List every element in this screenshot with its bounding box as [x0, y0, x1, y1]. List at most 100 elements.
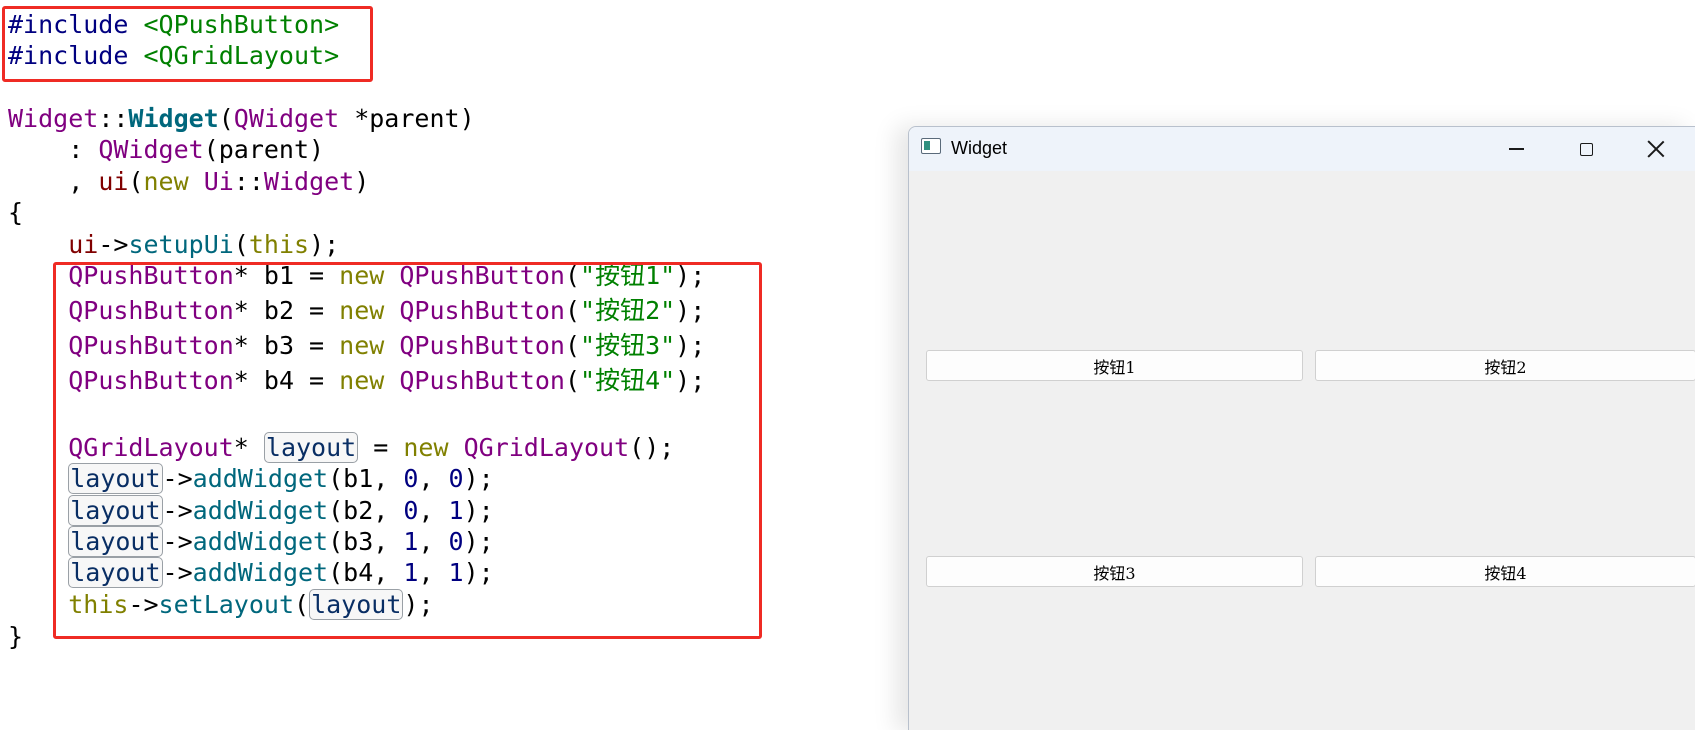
code-editor[interactable]: #include <QPushButton> #include <QGridLay…: [0, 0, 900, 730]
code-token: ->: [162, 558, 193, 587]
window-titlebar[interactable]: Widget: [909, 127, 1695, 171]
highlighted-identifier: layout: [68, 557, 163, 588]
code-line: QPushButton* b1 = new QPushButton("按钮1")…: [8, 261, 705, 291]
code-token: <QPushButton>: [143, 10, 340, 39]
code-token: ,: [418, 496, 449, 525]
code-token: this: [68, 590, 129, 619]
highlighted-identifier: layout: [68, 495, 163, 526]
code-token: new: [339, 296, 385, 325]
code-line: QPushButton* b3 = new QPushButton("按钮3")…: [8, 331, 705, 361]
code-token: new: [143, 167, 189, 196]
code-token: );: [675, 366, 706, 395]
code-token: addWidget: [192, 558, 329, 587]
code-token: "按钮2": [580, 296, 676, 325]
code-token: (: [233, 230, 249, 259]
push-button-1[interactable]: 按钮1: [926, 350, 1303, 381]
code-line: layout->addWidget(b1, 0, 0);: [8, 463, 494, 494]
code-line: }: [8, 622, 23, 652]
code-token: (: [128, 167, 144, 196]
code-token: <QGridLayout>: [143, 41, 340, 70]
qt-widget-window[interactable]: Widget 按钮1 按钮2 按钮3 按钮4: [908, 126, 1695, 730]
push-button-4[interactable]: 按钮4: [1315, 556, 1695, 587]
code-token: Widget: [128, 104, 219, 133]
code-token: 0: [448, 464, 464, 493]
code-token: );: [463, 496, 494, 525]
code-token: );: [403, 590, 434, 619]
code-token: QPushButton: [68, 331, 234, 360]
code-token: this: [248, 230, 310, 259]
code-line: QPushButton* b4 = new QPushButton("按钮4")…: [8, 366, 705, 396]
code-token: (parent): [203, 135, 325, 164]
close-icon: [1647, 140, 1665, 158]
code-token: (: [218, 104, 234, 133]
code-token: Ui: [203, 167, 234, 196]
code-token: );: [463, 558, 494, 587]
code-token: "按钮3": [580, 331, 676, 360]
code-token: ,: [8, 167, 99, 196]
code-token: QWidget: [98, 135, 204, 164]
code-token: ui: [68, 230, 99, 259]
code-token: "按钮4": [580, 366, 676, 395]
code-token: setupUi: [128, 230, 234, 259]
code-token: new: [403, 433, 449, 462]
code-token: ,: [418, 527, 449, 556]
push-button-2[interactable]: 按钮2: [1315, 350, 1695, 381]
code-token: ): [354, 167, 370, 196]
code-token: (: [564, 296, 581, 325]
code-token: * b4 =: [233, 366, 340, 395]
code-token: new: [339, 331, 385, 360]
close-button[interactable]: [1621, 127, 1691, 171]
code-token: new: [339, 366, 385, 395]
code-token: Widget: [8, 104, 99, 133]
push-button-3[interactable]: 按钮3: [926, 556, 1303, 587]
code-token: );: [675, 296, 706, 325]
code-token: );: [463, 527, 494, 556]
code-token: ();: [629, 433, 675, 462]
code-token: QPushButton: [68, 261, 234, 290]
code-token: setLayout: [158, 590, 295, 619]
code-token: QGridLayout: [68, 433, 234, 462]
app-window-icon: [921, 138, 941, 154]
minimize-button[interactable]: [1481, 127, 1551, 171]
code-token: (b4,: [328, 558, 404, 587]
code-token: addWidget: [192, 464, 329, 493]
code-token: #include: [8, 41, 144, 70]
highlighted-identifier: layout: [309, 589, 404, 620]
code-line: {: [8, 198, 23, 228]
code-token: 1: [448, 558, 464, 587]
code-line: layout->addWidget(b2, 0, 1);: [8, 495, 494, 526]
code-token: QPushButton: [68, 296, 234, 325]
code-line: #include <QGridLayout>: [8, 41, 339, 71]
window-title: Widget: [951, 138, 1008, 158]
code-token: 0: [403, 464, 419, 493]
code-token: 1: [448, 496, 464, 525]
code-token: *: [233, 433, 264, 462]
code-token: (: [294, 590, 310, 619]
code-token: );: [675, 331, 706, 360]
code-token: );: [675, 261, 706, 290]
code-token: * b2 =: [233, 296, 340, 325]
code-line: ui->setupUi(this);: [8, 230, 339, 260]
code-token: (: [564, 366, 581, 395]
code-token: ::: [233, 167, 264, 196]
code-token: ->: [162, 464, 193, 493]
code-line: this->setLayout(layout);: [8, 589, 434, 620]
code-token: ->: [162, 527, 193, 556]
minimize-icon: [1508, 148, 1524, 150]
highlighted-identifier: layout: [263, 432, 359, 463]
code-token: QPushButton: [68, 366, 234, 395]
code-token: ->: [128, 590, 159, 619]
code-token: addWidget: [192, 496, 329, 525]
code-line: layout->addWidget(b4, 1, 1);: [8, 557, 494, 588]
maximize-button[interactable]: [1551, 127, 1621, 171]
code-token: *parent): [339, 104, 475, 133]
code-token: (b2,: [328, 496, 404, 525]
